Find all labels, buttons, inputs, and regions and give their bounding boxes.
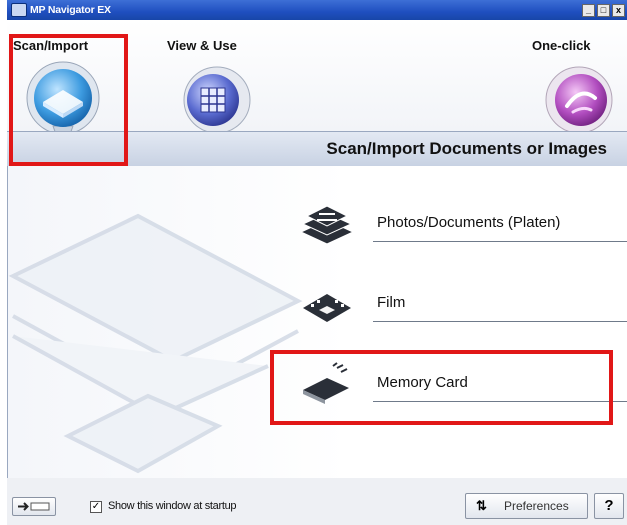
minimize-button[interactable]: _ — [582, 3, 595, 17]
mode-one-click-label[interactable]: One-click — [532, 38, 591, 53]
help-button[interactable]: ? — [594, 493, 624, 519]
scanner-illustration — [8, 213, 303, 474]
preferences-icon: ⇅ — [476, 498, 487, 513]
film-icon — [303, 294, 351, 322]
arrow-right-icon — [18, 502, 50, 511]
app-icon — [11, 3, 27, 17]
menu-item-photos-documents[interactable]: Photos/Documents (Platen) — [293, 202, 627, 245]
menu-item-memory-card[interactable]: Memory Card — [293, 362, 627, 404]
menu-item-film[interactable]: Film — [293, 282, 627, 322]
bottom-bar: ✓ Show this window at startup ⇅ Preferen… — [7, 478, 627, 525]
section-header: Scan/Import Documents or Images — [7, 131, 627, 167]
preferences-button[interactable]: ⇅ Preferences — [465, 493, 588, 519]
toggle-panel-button[interactable] — [12, 497, 56, 516]
help-icon: ? — [604, 497, 614, 514]
grid-icon[interactable] — [177, 60, 257, 140]
preferences-label: Preferences — [504, 499, 569, 513]
menu-item-label: Memory Card — [377, 374, 468, 391]
mode-view-use-label[interactable]: View & Use — [167, 38, 237, 53]
main-panel: Photos/Documents (Platen) Film Memory Ca… — [7, 166, 627, 479]
show-at-startup-checkbox[interactable]: ✓ — [90, 501, 102, 513]
close-button[interactable]: x — [612, 3, 625, 17]
menu-item-label: Photos/Documents (Platen) — [377, 214, 561, 231]
title-bar: MP Navigator EX _ □ x — [7, 0, 627, 20]
mode-toolbar: Scan/Import View & Use One-click — [7, 20, 627, 142]
documents-icon — [299, 205, 355, 245]
menu-divider — [373, 241, 627, 242]
window-title: MP Navigator EX — [30, 4, 111, 16]
section-title: Scan/Import Documents or Images — [326, 139, 607, 158]
mode-scan-import-label[interactable]: Scan/Import — [13, 38, 88, 53]
menu-divider — [373, 401, 627, 402]
memory-card-icon — [303, 362, 349, 404]
show-at-startup-label: Show this window at startup — [108, 500, 237, 512]
maximize-button[interactable]: □ — [597, 3, 610, 17]
one-click-icon[interactable] — [537, 60, 617, 140]
menu-item-label: Film — [377, 294, 406, 311]
menu-divider — [373, 321, 627, 322]
